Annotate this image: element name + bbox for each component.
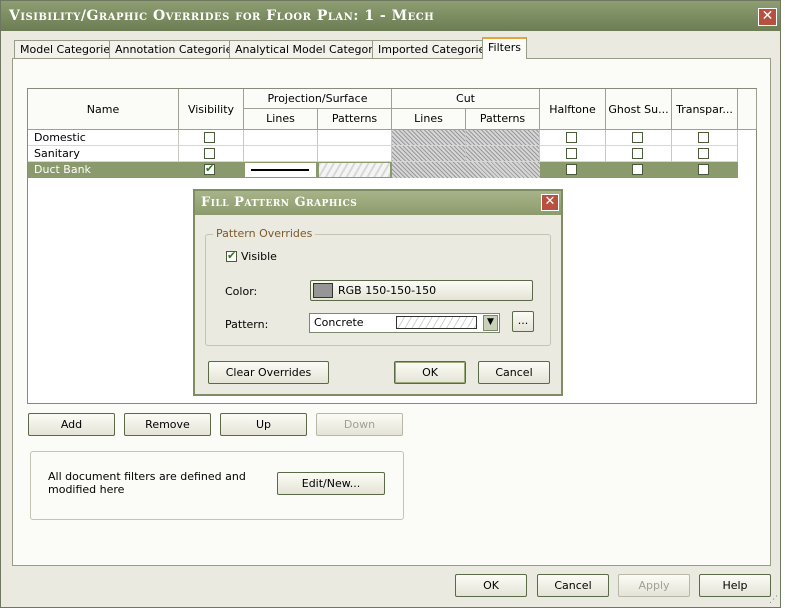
color-label: Color:: [225, 285, 258, 298]
pattern-browse-button[interactable]: ...: [512, 311, 534, 332]
remove-button[interactable]: Remove: [124, 413, 211, 436]
pattern-overrides-label: Pattern Overrides: [213, 227, 316, 240]
apply-button[interactable]: Apply: [618, 574, 690, 597]
header-cut-lines[interactable]: Lines: [392, 109, 466, 130]
window-close-icon[interactable]: ✕: [758, 8, 777, 26]
edit-new-button[interactable]: Edit/New...: [277, 472, 385, 495]
down-button[interactable]: Down: [316, 413, 403, 436]
visible-label: Visible: [241, 250, 277, 263]
add-button[interactable]: Add: [28, 413, 115, 436]
dialog-cancel-button[interactable]: Cancel: [478, 361, 550, 384]
ghost-surfaces-checkbox[interactable]: [632, 164, 643, 175]
header-cut-patterns[interactable]: Patterns: [466, 109, 540, 130]
fill-pattern-graphics-dialog: Fill Pattern Graphics ✕ Pattern Override…: [193, 189, 563, 396]
row-name: Sanitary: [34, 147, 80, 160]
filters-info-text: All document filters are defined and mod…: [48, 470, 246, 496]
pattern-label: Pattern:: [225, 318, 269, 331]
visibility-checkbox[interactable]: [204, 148, 215, 159]
header-transparent[interactable]: Transpar...: [672, 89, 738, 130]
projection-lines-cell[interactable]: [245, 163, 316, 177]
header-name[interactable]: Name: [28, 89, 179, 130]
halftone-checkbox[interactable]: [566, 132, 577, 143]
visible-checkbox[interactable]: [226, 249, 237, 262]
clear-overrides-button[interactable]: Clear Overrides: [208, 361, 329, 384]
header-cut: Cut: [392, 89, 540, 109]
projection-lines-cell[interactable]: [244, 146, 318, 162]
row-name: Domestic: [34, 131, 86, 144]
tab-annotation-categories[interactable]: Annotation Categories: [109, 40, 245, 59]
color-value: RGB 150-150-150: [338, 284, 437, 297]
header-filler: [738, 89, 757, 130]
dialog-close-icon[interactable]: ✕: [541, 194, 559, 211]
halftone-checkbox[interactable]: [566, 148, 577, 159]
table-row[interactable]: Domestic: [28, 130, 738, 146]
header-projection-lines[interactable]: Lines: [244, 109, 318, 130]
pattern-select[interactable]: Concrete ▼: [309, 313, 500, 333]
tab-analytical-model-categories[interactable]: Analytical Model Categories: [229, 40, 395, 59]
cancel-button[interactable]: Cancel: [537, 574, 609, 597]
visibility-checkbox[interactable]: [204, 132, 215, 143]
header-visibility[interactable]: Visibility: [179, 89, 244, 130]
window-title: Visibility/Graphic Overrides for Floor P…: [1, 1, 780, 31]
header-ghost-surfaces[interactable]: Ghost Su...: [606, 89, 672, 130]
row-name: Duct Bank: [34, 163, 91, 176]
dialog-title: Fill Pattern Graphics: [195, 191, 561, 215]
cut-lines-cell: [392, 130, 466, 146]
transparent-checkbox[interactable]: [698, 132, 709, 143]
dialog-ok-button[interactable]: OK: [394, 361, 466, 384]
tab-filters[interactable]: Filters: [482, 37, 527, 59]
transparent-checkbox[interactable]: [698, 164, 709, 175]
chevron-down-icon[interactable]: ▼: [483, 315, 498, 331]
halftone-checkbox[interactable]: [566, 164, 577, 175]
pattern-preview: [396, 316, 477, 329]
up-button[interactable]: Up: [220, 413, 307, 436]
projection-patterns-cell[interactable]: [318, 130, 392, 146]
table-row-selected[interactable]: Duct Bank: [28, 162, 738, 178]
color-swatch: [313, 283, 333, 298]
line-sample: [251, 169, 309, 171]
cut-patterns-cell: [466, 146, 540, 162]
header-halftone[interactable]: Halftone: [540, 89, 606, 130]
tab-imported-categories[interactable]: Imported Categories: [372, 40, 498, 59]
ghost-surfaces-checkbox[interactable]: [632, 148, 643, 159]
transparent-checkbox[interactable]: [698, 148, 709, 159]
help-button[interactable]: Help: [699, 574, 771, 597]
cut-cells: [392, 162, 540, 178]
projection-patterns-cell[interactable]: [319, 163, 390, 177]
cut-patterns-cell: [466, 130, 540, 146]
cut-lines-cell: [392, 146, 466, 162]
color-button[interactable]: RGB 150-150-150: [310, 280, 533, 301]
ghost-surfaces-checkbox[interactable]: [632, 132, 643, 143]
ok-button[interactable]: OK: [455, 574, 527, 597]
tab-model-categories[interactable]: Model Categories: [14, 40, 122, 59]
table-row[interactable]: Sanitary: [28, 146, 738, 162]
projection-patterns-cell[interactable]: [318, 146, 392, 162]
resize-grip-icon[interactable]: ⋰: [769, 595, 778, 605]
header-projection-surface: Projection/Surface: [244, 89, 392, 109]
visibility-checkbox[interactable]: [204, 162, 215, 175]
pattern-value: Concrete: [314, 316, 364, 329]
header-projection-patterns[interactable]: Patterns: [318, 109, 392, 130]
projection-lines-cell[interactable]: [244, 130, 318, 146]
